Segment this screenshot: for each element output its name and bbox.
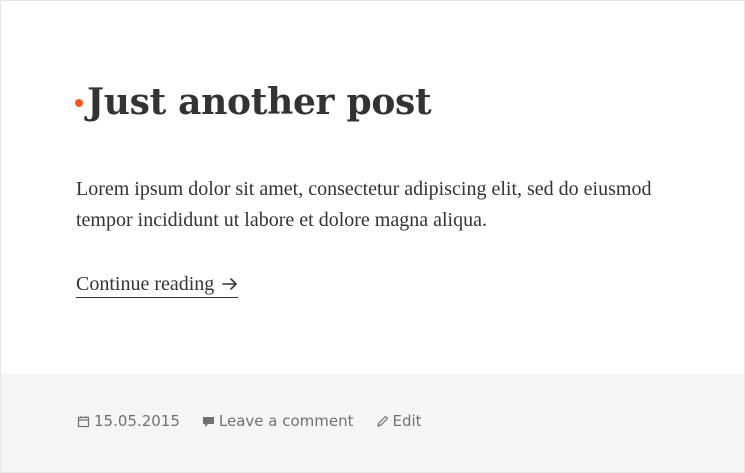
entry-header: Just another post	[75, 79, 432, 125]
post-meta: 15.05.2015 Leave a comment Edit	[77, 412, 444, 430]
entry-content: Lorem ipsum dolor sit amet, consectetur …	[76, 174, 676, 236]
continue-reading-label: Continue reading	[76, 273, 215, 295]
title-bullet-icon	[75, 99, 83, 107]
speech-bubble-icon	[202, 415, 215, 428]
continue-reading-link[interactable]: Continue reading	[76, 271, 239, 298]
entry-footer: 15.05.2015 Leave a comment Edit	[1, 374, 744, 472]
pencil-icon	[376, 415, 389, 428]
leave-comment-link[interactable]: Leave a comment	[202, 412, 354, 430]
post-title[interactable]: Just another post	[87, 79, 432, 125]
calendar-icon	[77, 415, 90, 428]
edit-link[interactable]: Edit	[376, 412, 422, 430]
post-card: Just another post Lorem ipsum dolor sit …	[0, 0, 745, 473]
post-date: 15.05.2015	[94, 412, 180, 430]
arrow-right-icon	[222, 277, 238, 291]
post-excerpt: Lorem ipsum dolor sit amet, consectetur …	[76, 178, 652, 231]
post-date-link[interactable]: 15.05.2015	[77, 412, 180, 430]
leave-comment-label: Leave a comment	[218, 412, 354, 430]
edit-label: Edit	[392, 412, 422, 430]
